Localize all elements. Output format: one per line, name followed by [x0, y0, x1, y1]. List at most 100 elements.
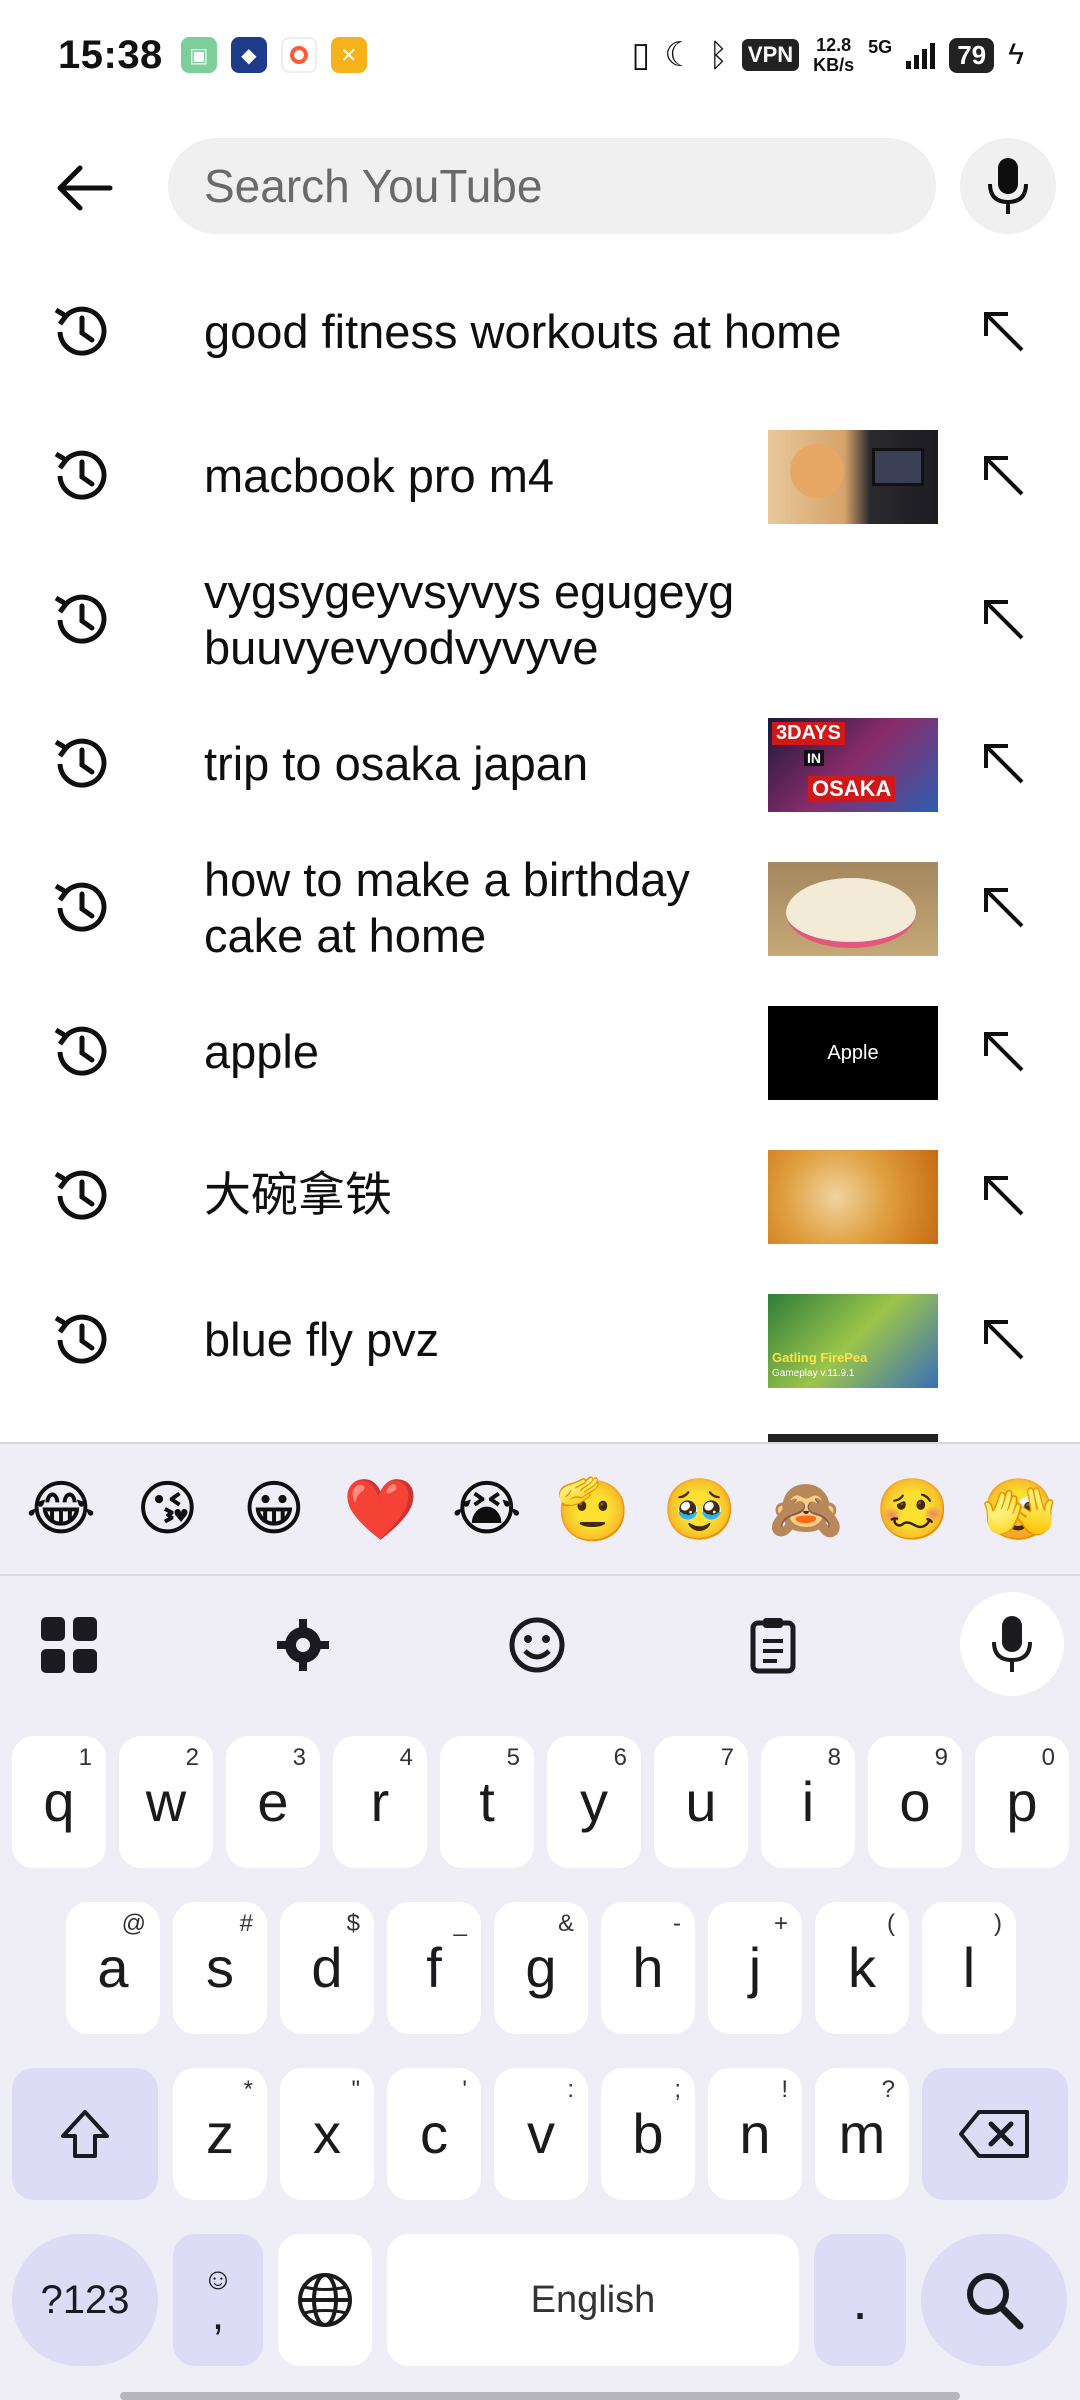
key-z[interactable]: z *: [173, 2068, 267, 2200]
fill-query-button[interactable]: [970, 586, 1038, 654]
emoji-key[interactable]: 🫡: [548, 1464, 638, 1554]
backspace-icon: [959, 2110, 1029, 2158]
key-hint: -: [673, 1910, 681, 1937]
thumbnail-text-bottom: OSAKA: [808, 776, 896, 802]
suggestion-row[interactable]: apple Apple: [0, 980, 1080, 1124]
emoji-key[interactable]: 😭: [442, 1464, 532, 1554]
keyboard-search-key[interactable]: [921, 2234, 1067, 2366]
status-bar: 15:38 ▣ ◆ ✕ ▯ ☾ ᛒ VPN 12.8 KB/s 5G 79 ϟ: [0, 0, 1080, 110]
keyboard-voice-input-button[interactable]: [960, 1592, 1064, 1696]
key-r[interactable]: r4: [333, 1736, 427, 1868]
key-f[interactable]: f _: [387, 1902, 481, 2034]
key-d[interactable]: d $: [280, 1902, 374, 2034]
history-icon: [48, 730, 116, 798]
symbols-key[interactable]: ?123: [12, 2234, 158, 2366]
emoji-key[interactable]: ❤️: [335, 1464, 425, 1554]
emoji-key[interactable]: 😘: [122, 1464, 212, 1554]
key-label: w: [145, 1770, 187, 1833]
emoji-key[interactable]: 🥹: [655, 1464, 745, 1554]
key-p[interactable]: p0: [975, 1736, 1069, 1868]
suggestion-row[interactable]: how to make a birthday cake at home: [0, 836, 1080, 980]
suggestion-text: blue fly pvz: [204, 1313, 440, 1366]
network-speed: 12.8 KB/s: [813, 35, 854, 75]
suggestion-row[interactable]: good fitness workouts at home: [0, 260, 1080, 404]
key-b[interactable]: b;: [601, 2068, 695, 2200]
key-e[interactable]: e3: [226, 1736, 320, 1868]
fill-query-button[interactable]: [970, 442, 1038, 510]
navigation-gesture-bar[interactable]: [120, 2392, 960, 2400]
suggestion-text: apple: [204, 1025, 319, 1078]
period-key[interactable]: .: [814, 2234, 906, 2366]
emoji-key[interactable]: 🥴: [868, 1464, 958, 1554]
key-c[interactable]: c ': [387, 2068, 481, 2200]
key-g[interactable]: g &: [494, 1902, 588, 2034]
suggestion-row[interactable]: macbook pro m4: [0, 404, 1080, 548]
language-switch-key[interactable]: [278, 2234, 372, 2366]
key-q[interactable]: q1: [12, 1736, 106, 1868]
suggestion-row[interactable]: trip to osaka japan 3DAYS IN OSAKA: [0, 692, 1080, 836]
key-hint: :: [567, 2076, 574, 2103]
key-n[interactable]: n!: [708, 2068, 802, 2200]
key-u[interactable]: u7: [654, 1736, 748, 1868]
fill-query-button[interactable]: [970, 874, 1038, 942]
apps-grid-button[interactable]: [24, 1600, 114, 1690]
back-button[interactable]: [44, 148, 124, 228]
fill-query-button[interactable]: [970, 730, 1038, 798]
history-icon: [48, 1162, 116, 1230]
key-x[interactable]: x ": [280, 2068, 374, 2200]
key-s[interactable]: s #: [173, 1902, 267, 2034]
signal-icon: [906, 41, 936, 69]
do-not-disturb-moon-icon: ☾: [664, 36, 695, 74]
back-arrow-icon: [57, 165, 113, 211]
key-w[interactable]: w2: [119, 1736, 213, 1868]
emoji-keyboard-button[interactable]: [492, 1600, 582, 1690]
emoji-key[interactable]: 😂: [16, 1464, 106, 1554]
key-o[interactable]: o9: [868, 1736, 962, 1868]
arrow-up-left-icon: [984, 312, 1024, 352]
status-app-icons: ▣ ◆ ✕: [180, 37, 367, 73]
fill-query-button[interactable]: [970, 1162, 1038, 1230]
fill-query-button[interactable]: [970, 298, 1038, 366]
key-label: .: [852, 2268, 868, 2331]
key-l[interactable]: l): [922, 1902, 1016, 2034]
key-a[interactable]: a @: [66, 1902, 160, 2034]
key-label: s: [206, 1936, 234, 1999]
search-box[interactable]: [168, 138, 936, 234]
arrow-up-left-icon: [984, 456, 1024, 496]
key-hint: 9: [934, 1744, 948, 1771]
thumbnail-text: Gatling FirePea: [772, 1350, 868, 1365]
thumbnail-text-top: 3DAYS: [772, 722, 845, 745]
video-thumbnail: [768, 430, 938, 524]
key-v[interactable]: v:: [494, 2068, 588, 2200]
key-i[interactable]: i8: [761, 1736, 855, 1868]
fill-query-button[interactable]: [970, 1306, 1038, 1374]
search-input[interactable]: [204, 159, 936, 213]
video-thumbnail: Apple: [768, 1006, 938, 1100]
space-bar[interactable]: English: [387, 2234, 799, 2366]
emoji-key[interactable]: 🙈: [761, 1464, 851, 1554]
key-m[interactable]: m?: [815, 2068, 909, 2200]
key-h[interactable]: h-: [601, 1902, 695, 2034]
voice-search-button[interactable]: [960, 138, 1056, 234]
history-icon: [48, 1306, 116, 1374]
suggestion-row[interactable]: 大碗拿铁: [0, 1124, 1080, 1268]
suggestion-row[interactable]: blue fly pvz Gatling FirePea Gameplay v.…: [0, 1268, 1080, 1412]
clipboard-button[interactable]: [728, 1600, 818, 1690]
suggestion-text: trip to osaka japan: [204, 737, 589, 790]
emoji-key[interactable]: 😀: [229, 1464, 319, 1554]
key-label: u: [685, 1770, 717, 1833]
key-label: y: [580, 1770, 608, 1833]
comma-emoji-key[interactable]: ☺ ,: [173, 2234, 263, 2366]
suggestion-row[interactable]: vygsygeyvsyvys egugeyg buuvyevyodvyvyve: [0, 548, 1080, 692]
key-hint: 8: [827, 1744, 841, 1771]
backspace-key[interactable]: [922, 2068, 1068, 2200]
key-k[interactable]: k(: [815, 1902, 909, 2034]
settings-button[interactable]: [258, 1600, 348, 1690]
fill-query-button[interactable]: [970, 1018, 1038, 1086]
shift-key[interactable]: [12, 2068, 158, 2200]
key-t[interactable]: t5: [440, 1736, 534, 1868]
key-y[interactable]: y6: [547, 1736, 641, 1868]
key-j[interactable]: j +: [708, 1902, 802, 2034]
arrow-up-left-icon: [984, 744, 1024, 784]
emoji-key[interactable]: 🫣: [974, 1464, 1064, 1554]
